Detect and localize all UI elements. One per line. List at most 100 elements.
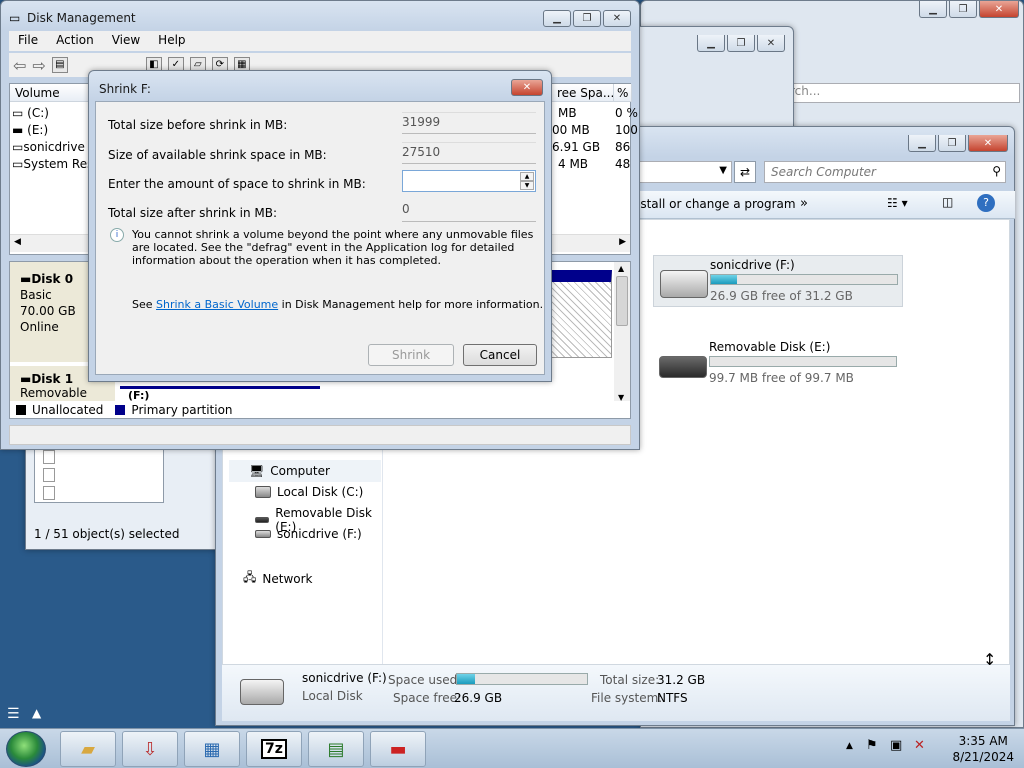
taskbar-installer[interactable]: ⇩ bbox=[122, 731, 178, 767]
legend-unallocated: Unallocated bbox=[32, 402, 104, 417]
scroll-thumb[interactable] bbox=[616, 276, 628, 326]
minimize-icon[interactable]: ▁ bbox=[543, 10, 571, 27]
close-icon[interactable]: ✕ bbox=[511, 79, 543, 96]
shrink-amount-input[interactable]: ▲ ▼ bbox=[402, 170, 536, 192]
details-pane: sonicdrive (F:) Local Disk Space used: S… bbox=[222, 665, 1010, 721]
chevron-down-icon[interactable]: ▼ bbox=[719, 165, 727, 176]
close-icon[interactable]: ✕ bbox=[968, 135, 1008, 152]
back-icon[interactable]: ⇦ bbox=[13, 56, 26, 75]
action-center-flag-icon[interactable]: ⚑ bbox=[866, 738, 878, 753]
drive-tile-removable[interactable]: Removable Disk (E:) 99.7 MB free of 99.7… bbox=[653, 338, 903, 390]
clock[interactable]: 3:35 AM 8/21/2024 bbox=[952, 733, 1014, 765]
nav-network[interactable]: 🖧 Network bbox=[243, 568, 313, 589]
usb-drive-icon bbox=[255, 530, 271, 538]
nav-sonicdrive-f[interactable]: sonicdrive (F:) bbox=[255, 527, 362, 541]
restore-icon[interactable]: ❐ bbox=[938, 135, 966, 152]
window-title: Disk Management bbox=[27, 11, 136, 25]
volume-row-e[interactable]: ▬ (E:) bbox=[12, 123, 48, 137]
explorer-caption-buttons: ▁ ❐ ✕ bbox=[908, 135, 1008, 152]
refresh-button[interactable]: ⇄ bbox=[734, 161, 756, 183]
column-percent-free[interactable]: % F bbox=[614, 84, 632, 102]
drive-tile-sonicdrive[interactable]: sonicdrive (F:) 26.9 GB free of 31.2 GB bbox=[653, 255, 903, 307]
drive-name: Removable Disk (E:) bbox=[709, 340, 831, 354]
menu-view[interactable]: View bbox=[103, 31, 149, 51]
search-input[interactable]: Search Computer ⚲ bbox=[764, 161, 1006, 183]
available-shrink-value: 27510 bbox=[402, 142, 536, 164]
nav-computer[interactable]: 🖥 Computer bbox=[229, 460, 381, 482]
bg3-list bbox=[34, 443, 164, 503]
close-icon[interactable]: ✕ bbox=[979, 1, 1019, 18]
menu-action[interactable]: Action bbox=[47, 31, 103, 51]
shrink-amount-label: Enter the amount of space to shrink in M… bbox=[108, 177, 366, 191]
column-volume[interactable]: Volume bbox=[10, 84, 90, 102]
scroll-right-icon[interactable]: ▶ bbox=[619, 237, 626, 247]
volume-row-sonicdrive[interactable]: ▭sonicdrive bbox=[12, 140, 85, 154]
drive-name: sonicdrive (F:) bbox=[710, 258, 795, 272]
total-before-label: Total size before shrink in MB: bbox=[108, 118, 288, 132]
uninstall-program-button[interactable]: ıstall or change a program bbox=[637, 197, 796, 211]
nav-local-disk-c[interactable]: Local Disk (C:) bbox=[255, 485, 363, 499]
menu-help[interactable]: Help bbox=[149, 31, 194, 51]
taskbar-folder[interactable]: ▰ bbox=[60, 731, 116, 767]
shrink-dialog: Shrink F: ✕ Total size before shrink in … bbox=[88, 70, 552, 382]
installer-icon: ⇩ bbox=[142, 738, 158, 760]
scroll-left-icon[interactable]: ◀ bbox=[14, 237, 21, 247]
start-button[interactable] bbox=[6, 731, 46, 767]
drive-usage-fill bbox=[711, 275, 738, 284]
file-system-label: File system: bbox=[591, 691, 663, 705]
taskbar-control-panel[interactable]: ▦ bbox=[184, 731, 240, 767]
show-hidden-icons[interactable]: ▲ bbox=[846, 741, 853, 751]
scroll-up-icon[interactable]: ▲ bbox=[618, 264, 624, 273]
minimize-icon[interactable]: ▁ bbox=[908, 135, 936, 152]
forward-icon[interactable]: ⇨ bbox=[32, 56, 45, 75]
shrink-help-link[interactable]: Shrink a Basic Volume bbox=[156, 298, 278, 311]
drive-free-text: 26.9 GB free of 31.2 GB bbox=[710, 289, 853, 303]
more-commands-button[interactable]: » bbox=[800, 196, 808, 211]
help-icon[interactable]: ? bbox=[977, 194, 995, 212]
preview-pane-icon[interactable]: ◫ bbox=[942, 195, 953, 209]
minimize-icon[interactable]: ▁ bbox=[919, 1, 947, 18]
spinner-down-icon[interactable]: ▼ bbox=[520, 181, 534, 190]
volume-name: (E:) bbox=[27, 123, 49, 137]
percent-free-cell: 48 bbox=[615, 157, 631, 171]
minimize-icon[interactable]: ▁ bbox=[697, 35, 725, 52]
close-icon[interactable]: ✕ bbox=[603, 10, 631, 27]
restore-icon[interactable]: ❐ bbox=[949, 1, 977, 18]
clock-date: 8/21/2024 bbox=[952, 750, 1014, 764]
shrink-button[interactable]: Shrink bbox=[368, 344, 454, 366]
drive-usage-bar bbox=[710, 274, 898, 285]
restore-icon[interactable]: ❐ bbox=[727, 35, 755, 52]
nav-network-label: Network bbox=[262, 571, 313, 586]
total-size-value: 31.2 GB bbox=[657, 673, 706, 687]
taskbar-toolbox[interactable]: ▬ bbox=[370, 731, 426, 767]
total-size-label: Total size: bbox=[600, 673, 660, 687]
console-tree-icon[interactable]: ▤ bbox=[51, 57, 68, 73]
details-name: sonicdrive (F:) bbox=[302, 671, 387, 685]
disk0-partition[interactable] bbox=[550, 270, 612, 358]
available-shrink-label: Size of available shrink space in MB: bbox=[108, 148, 327, 162]
cancel-button[interactable]: Cancel bbox=[463, 344, 537, 366]
vertical-scrollbar[interactable]: ▲ ▼ bbox=[614, 262, 630, 404]
taskbar-network-card[interactable]: ▤ bbox=[308, 731, 364, 767]
close-icon[interactable]: ✕ bbox=[757, 35, 785, 52]
volume-row-c[interactable]: ▭ (C:) bbox=[12, 106, 49, 120]
volume-name: (C:) bbox=[27, 106, 49, 120]
volume-muted-icon[interactable]: ✕ bbox=[914, 738, 925, 753]
drive-free-text: 99.7 MB free of 99.7 MB bbox=[709, 371, 854, 385]
volume-row-system[interactable]: ▭System Res bbox=[12, 157, 93, 171]
turtle-icon: ▲ bbox=[32, 706, 42, 720]
restore-icon[interactable]: ❐ bbox=[573, 10, 601, 27]
view-options-icon[interactable]: ☷ ▾ bbox=[887, 196, 908, 210]
percent-free-cell: 86 bbox=[615, 140, 631, 154]
taskbar-7zip[interactable]: 7z bbox=[246, 731, 302, 767]
network-tray-icon[interactable]: ▣ bbox=[890, 738, 902, 753]
spinner-up-icon[interactable]: ▲ bbox=[520, 172, 534, 181]
status-bar-text: 1 / 51 object(s) selected bbox=[34, 527, 180, 541]
removable-disk-icon bbox=[255, 517, 270, 523]
menu-file[interactable]: File bbox=[9, 31, 47, 51]
disk1-partition[interactable]: (F:) bbox=[120, 386, 320, 402]
column-free-space[interactable]: ree Spa... bbox=[552, 84, 614, 102]
bg-search-box[interactable]: rch... bbox=[785, 83, 1020, 103]
space-used-label: Space used: bbox=[388, 673, 462, 687]
drive-usage-bar bbox=[709, 356, 897, 367]
